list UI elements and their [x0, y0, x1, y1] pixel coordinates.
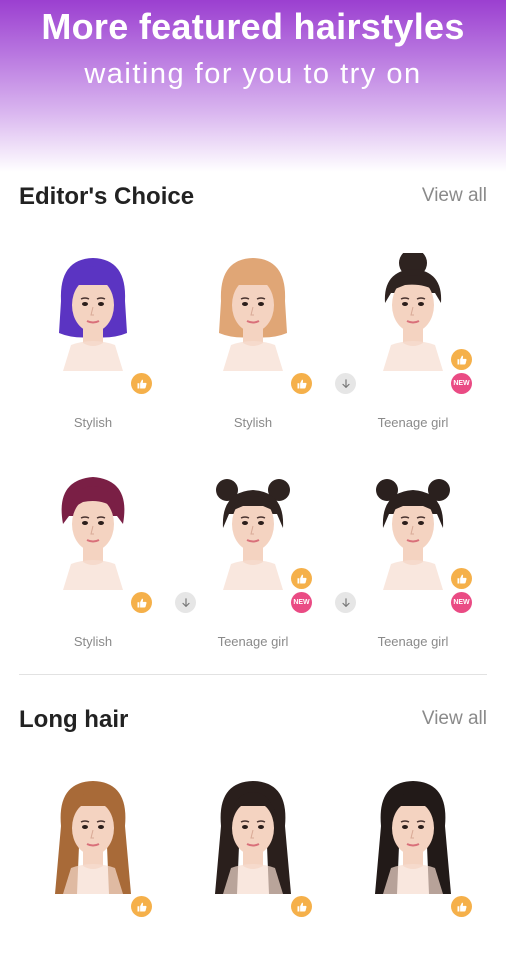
banner-subtitle: waiting for you to try on: [84, 58, 422, 90]
promo-banner: More featured hairstyles waiting for you…: [0, 0, 506, 172]
hairstyle-label: Stylish: [73, 634, 113, 649]
thumbs-up-icon: [451, 349, 472, 370]
hairstyle-card[interactable]: Stylish: [173, 245, 333, 455]
download-arrow-icon[interactable]: [335, 592, 356, 613]
hairstyle-label: Teenage girl: [217, 634, 289, 649]
hairstyle-card[interactable]: [333, 768, 493, 978]
view-all-link[interactable]: View all: [422, 185, 487, 207]
hairstyle-label: Stylish: [73, 415, 113, 430]
hairstyle-card[interactable]: Stylish: [13, 464, 173, 674]
thumbs-up-icon: [291, 373, 312, 394]
hairstyle-card[interactable]: [13, 768, 173, 978]
hairstyle-card[interactable]: NEW Teenage girl: [173, 464, 333, 674]
hairstyle-label: Teenage girl: [377, 415, 449, 430]
section-header-editors-choice: Editor's Choice View all: [19, 183, 487, 223]
hairstyle-card[interactable]: NEW Teenage girl: [333, 464, 493, 674]
hairstyle-card[interactable]: Stylish: [13, 245, 173, 455]
new-badge-icon: NEW: [451, 592, 472, 613]
section-title: Long hair: [19, 706, 129, 733]
hairstyle-preview-image: [43, 253, 143, 371]
section-header-long-hair: Long hair View all: [19, 706, 487, 746]
thumbs-up-icon: [131, 373, 152, 394]
hairstyle-card[interactable]: NEW Teenage girl: [333, 245, 493, 455]
section-divider: [19, 674, 487, 675]
download-arrow-icon[interactable]: [175, 592, 196, 613]
hairstyle-preview-image: [363, 249, 463, 371]
thumbs-up-icon: [291, 896, 312, 917]
hairstyle-preview-image: [43, 472, 143, 590]
download-arrow-icon[interactable]: [335, 373, 356, 394]
section-title: Editor's Choice: [19, 183, 195, 210]
new-badge-icon: NEW: [451, 373, 472, 394]
thumbs-up-icon: [131, 592, 152, 613]
hairstyle-preview-image: [363, 776, 463, 894]
hairstyle-preview-image: [203, 472, 303, 590]
new-badge-icon: NEW: [291, 592, 312, 613]
hairstyle-label: Teenage girl: [377, 634, 449, 649]
banner-title: More featured hairstyles: [41, 6, 465, 47]
view-all-link[interactable]: View all: [422, 708, 487, 730]
hairstyle-preview-image: [203, 253, 303, 371]
thumbs-up-icon: [131, 896, 152, 917]
hairstyle-preview-image: [363, 472, 463, 590]
hairstyle-card[interactable]: [173, 768, 333, 978]
thumbs-up-icon: [291, 568, 312, 589]
hairstyle-label: Stylish: [233, 415, 273, 430]
hairstyle-preview-image: [203, 776, 303, 894]
thumbs-up-icon: [451, 896, 472, 917]
hairstyle-preview-image: [43, 776, 143, 894]
thumbs-up-icon: [451, 568, 472, 589]
